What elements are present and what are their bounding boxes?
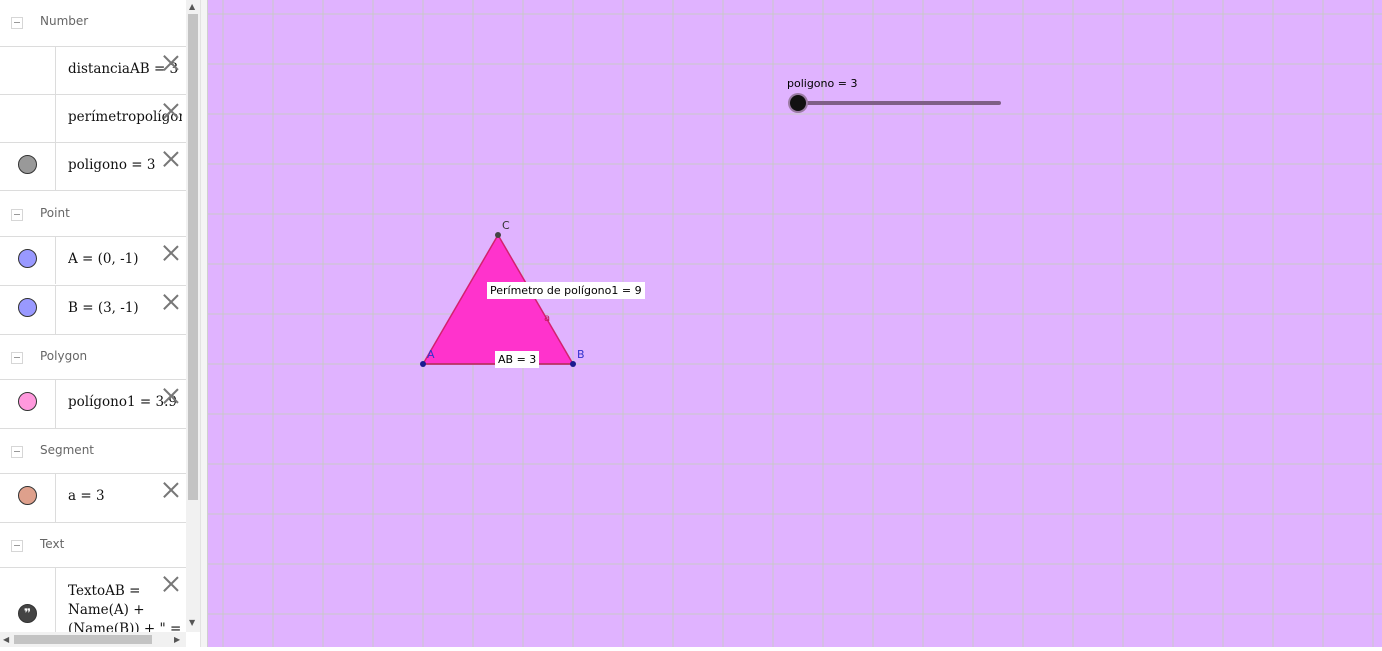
scroll-thumb[interactable] [14,635,152,644]
group-label-polygon: Polygon [40,349,88,363]
algebra-item-perimetro[interactable]: perímetropolígono1 [0,94,186,142]
delete-icon[interactable] [163,151,179,167]
delete-icon[interactable] [163,245,179,261]
scroll-right-icon[interactable]: ▶ [174,635,180,644]
point-C[interactable] [495,232,501,238]
view-divider[interactable] [200,0,208,647]
quote-icon[interactable]: ❞ [18,604,37,623]
segment-label: a [544,313,550,324]
algebra-item-poligono1[interactable]: polígono1 = 3.9 [0,379,186,429]
point-B[interactable] [570,361,576,367]
graphics-view[interactable]: a A B C Perímetro de polígono1 = 9 AB = … [208,0,1382,647]
marble-cell [0,237,56,284]
marble-cell [0,286,56,334]
algebra-item-B[interactable]: B = (3, -1) [0,285,186,335]
delete-icon[interactable] [163,103,179,119]
horizontal-scrollbar[interactable]: ◀ ▶ [0,632,186,647]
point-label-C: C [502,219,510,232]
collapse-icon[interactable] [11,352,23,364]
delete-icon[interactable] [163,482,179,498]
scroll-up-icon[interactable]: ▲ [189,2,195,11]
slider-knob[interactable] [790,95,806,111]
point-label-B: B [577,348,585,361]
perimeter-text[interactable]: Perímetro de polígono1 = 9 [487,282,645,299]
group-header-text[interactable]: Text [0,523,186,569]
scroll-left-icon[interactable]: ◀ [3,635,9,644]
algebra-item-poligono[interactable]: poligono = 3 [0,142,186,191]
group-header-number[interactable]: Number [0,0,186,46]
delete-icon[interactable] [163,294,179,310]
marble-cell [0,143,56,190]
marble-cell [0,47,56,94]
collapse-icon[interactable] [11,540,23,552]
visibility-toggle-icon[interactable] [18,486,37,505]
algebra-item-a[interactable]: a = 3 [0,473,186,523]
scroll-thumb[interactable] [188,14,198,500]
delete-icon[interactable] [163,576,179,592]
vertical-scrollbar[interactable]: ▲ ▼ [186,0,200,632]
visibility-toggle-icon[interactable] [18,155,37,174]
collapse-icon[interactable] [11,209,23,221]
visibility-toggle-icon[interactable] [18,298,37,317]
expression-line: Name(A) + [68,602,145,618]
slider-track[interactable] [798,101,1001,105]
point-A[interactable] [420,361,426,367]
group-header-point[interactable]: Point [0,192,186,238]
marble-cell [0,380,56,428]
group-label-number: Number [40,14,89,28]
group-label-point: Point [40,206,70,220]
group-label-segment: Segment [40,443,94,457]
algebra-item-A[interactable]: A = (0, -1) [0,236,186,284]
delete-icon[interactable] [163,388,179,404]
delete-icon[interactable] [163,55,179,71]
scroll-down-icon[interactable]: ▼ [189,618,195,627]
visibility-toggle-icon[interactable] [18,392,37,411]
group-label-text: Text [40,537,65,551]
algebra-item-distanciaAB[interactable]: distanciaAB = 3 [0,46,186,94]
group-header-polygon[interactable]: Polygon [0,335,186,381]
distance-text[interactable]: AB = 3 [495,351,540,368]
marble-cell [0,474,56,522]
marble-cell [0,95,56,142]
slider-label: poligono = 3 [787,77,858,90]
point-label-A: A [427,348,435,361]
visibility-toggle-icon[interactable] [18,249,37,268]
algebra-view: Number distanciaAB = 3 perímetropolígono… [0,0,186,647]
group-header-segment[interactable]: Segment [0,429,186,475]
collapse-icon[interactable] [11,446,23,458]
collapse-icon[interactable] [11,17,23,29]
